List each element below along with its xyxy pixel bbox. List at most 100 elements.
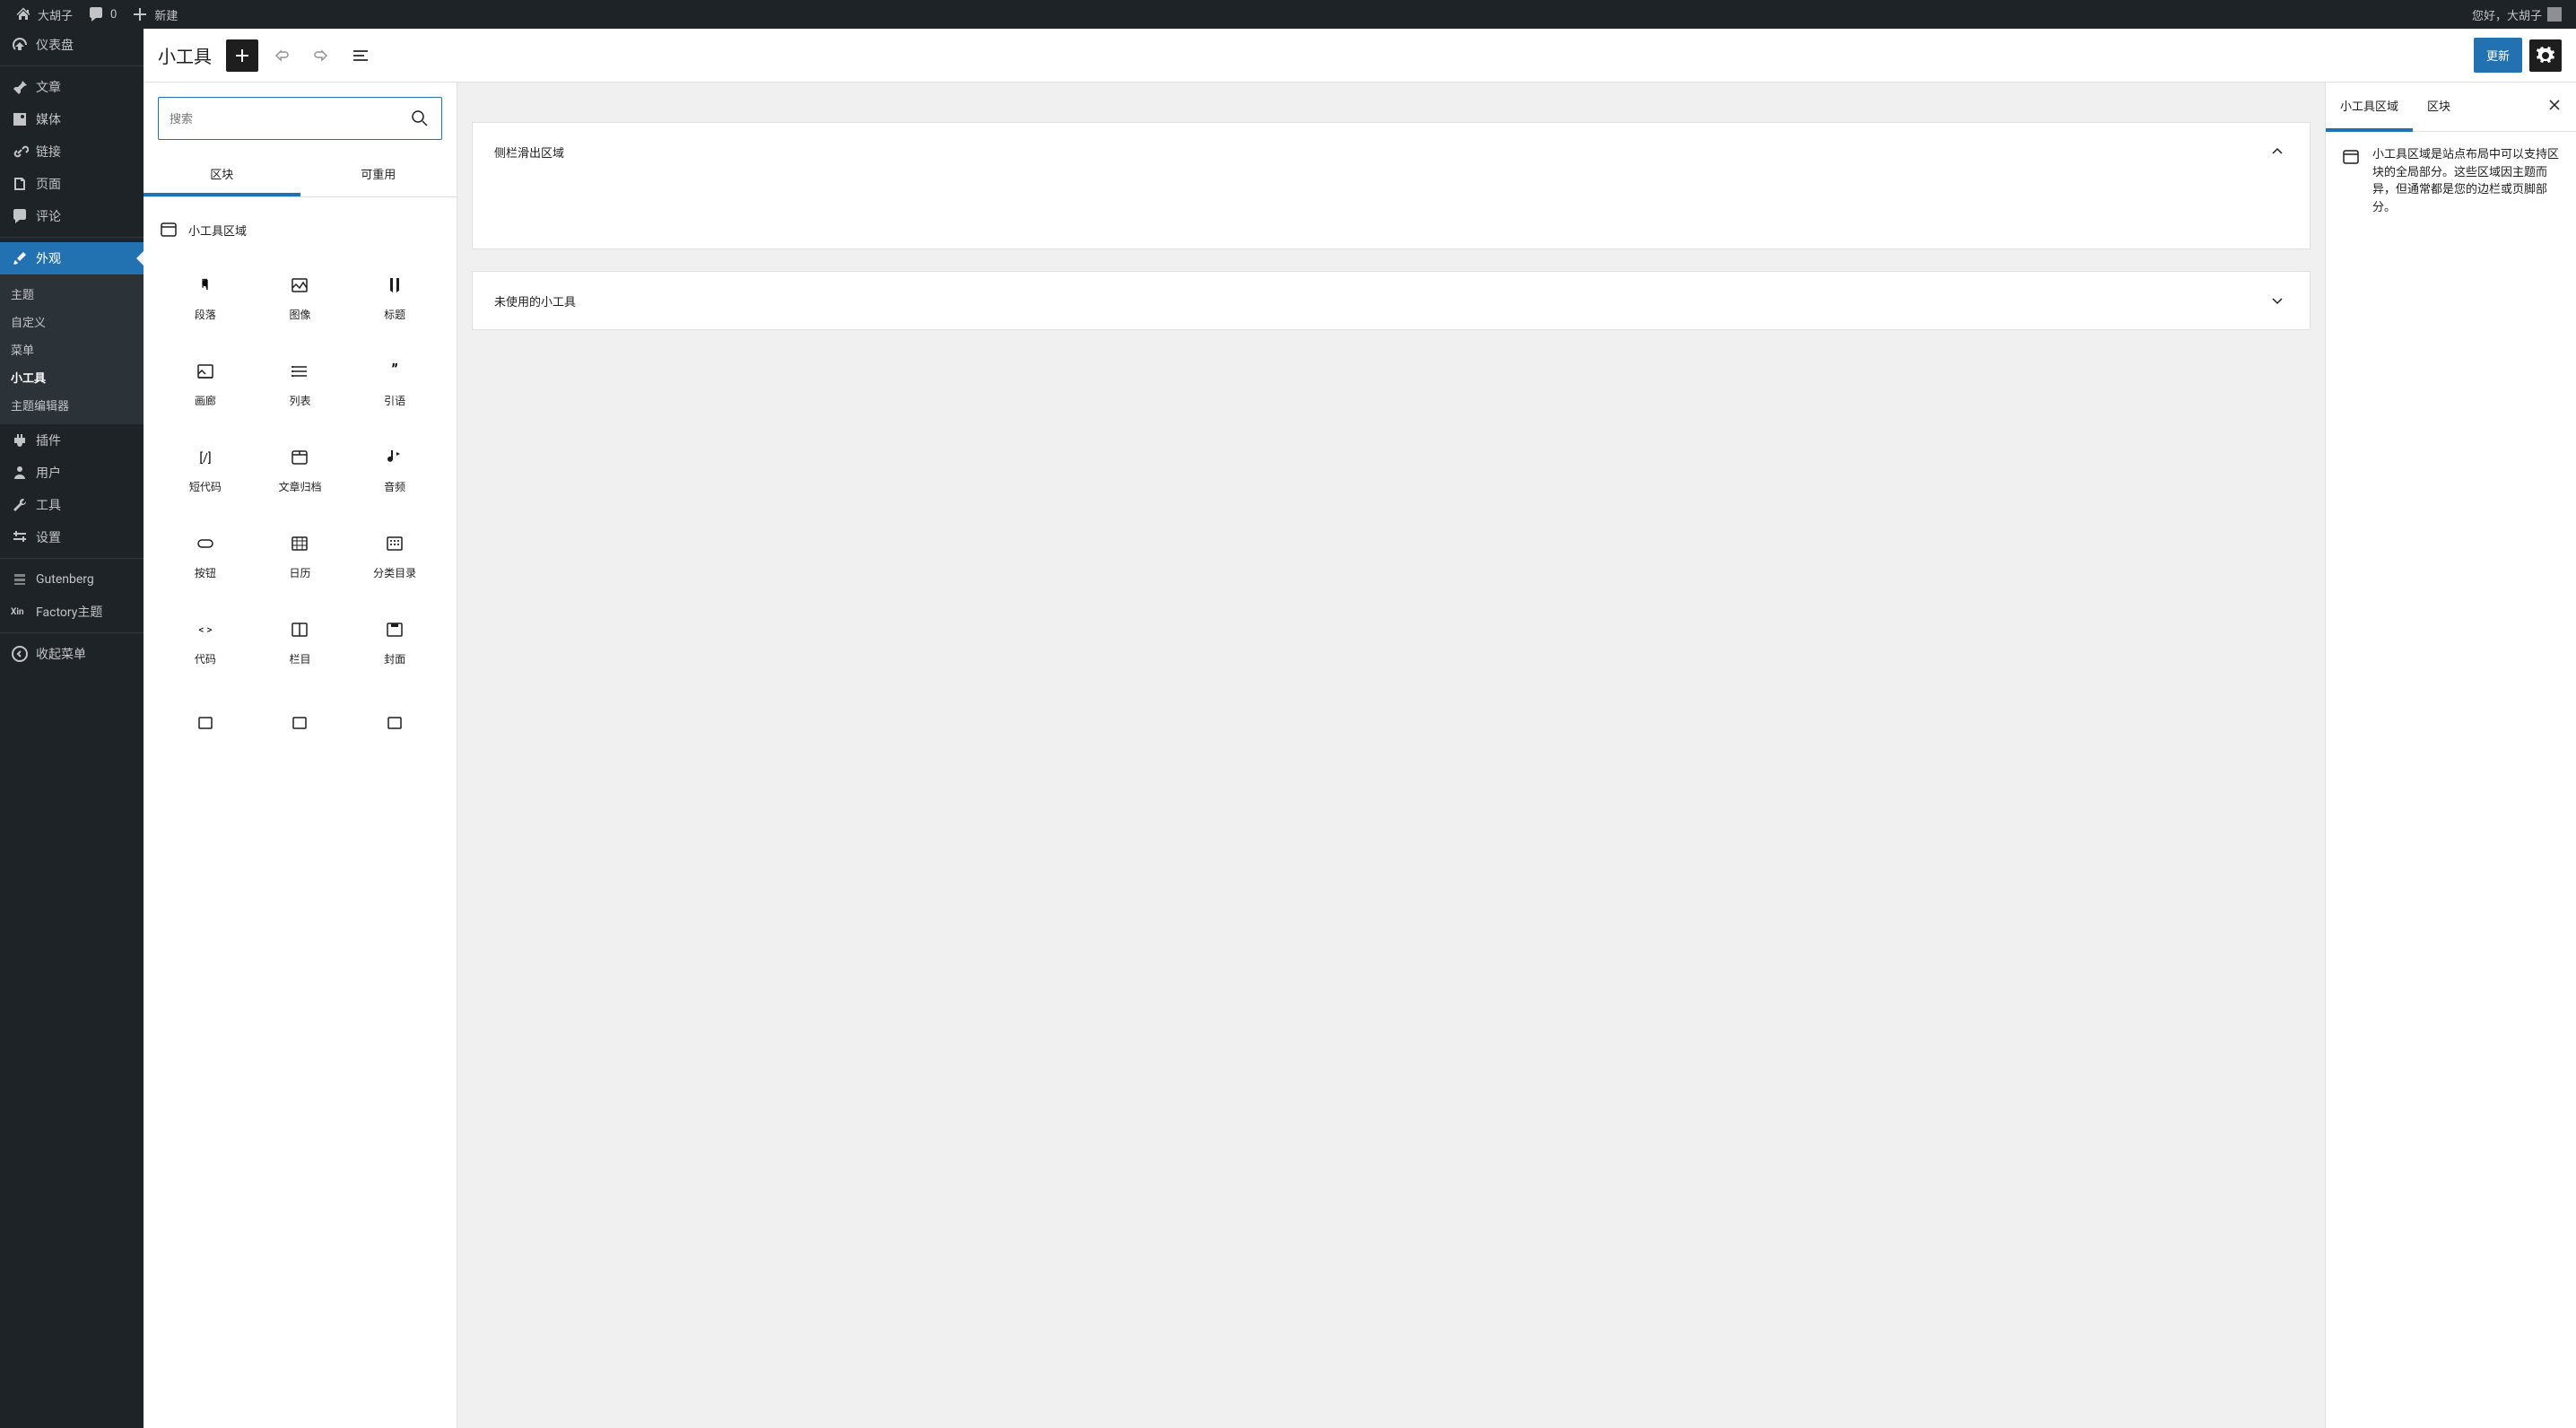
block-item[interactable]: 标题	[347, 255, 442, 341]
widget-area-icon	[2340, 146, 2362, 168]
menu-tools[interactable]: 工具	[0, 489, 144, 521]
block-item[interactable]: 分类目录	[347, 513, 442, 599]
block-label: 日历	[289, 565, 310, 580]
block-icon	[289, 712, 310, 734]
menu-gutenberg[interactable]: Gutenberg	[0, 563, 144, 596]
tab-blocks[interactable]: 区块	[144, 154, 300, 196]
widget-area-header-1[interactable]: 侧栏滑出区域	[473, 123, 2310, 180]
block-item[interactable]	[347, 685, 442, 771]
menu-comments-label: 评论	[36, 207, 61, 225]
gutenberg-icon	[11, 570, 29, 588]
menu-users-label: 用户	[36, 464, 61, 482]
list-view-button[interactable]	[344, 39, 377, 72]
menu-dashboard-label: 仪表盘	[36, 36, 74, 54]
widget-area-icon	[158, 219, 179, 240]
tab-reusable[interactable]: 可重用	[300, 154, 457, 196]
block-icon	[289, 533, 310, 554]
plus-icon	[231, 45, 253, 66]
block-item[interactable]: 文章归档	[253, 427, 348, 513]
settings-toggle-button[interactable]	[2529, 39, 2562, 72]
settings-tab-areas[interactable]: 小工具区域	[2326, 83, 2413, 132]
admin-sidebar: 仪表盘 文章 媒体 链接 页面 评论 外观 主题 自定义	[0, 29, 144, 1428]
block-grid: ¶ 段落 图像标题画廊列表”引语 [/]短代码文章归档音频按钮 日历 分类目录 < >代码栏…	[158, 255, 442, 771]
block-item[interactable]: 列表	[253, 341, 348, 427]
block-label: 音频	[384, 479, 405, 494]
undo-button[interactable]	[265, 39, 298, 72]
menu-plugins[interactable]: 插件	[0, 424, 144, 457]
adminbar-greeting: 您好，大胡子	[2472, 6, 2542, 23]
block-item[interactable]: < >代码	[158, 599, 253, 685]
sliders-icon	[11, 528, 29, 546]
settings-close-button[interactable]	[2533, 87, 2576, 126]
widget-area-header-2[interactable]: 未使用的小工具	[473, 272, 2310, 329]
submenu-themes[interactable]: 主题	[0, 280, 144, 308]
menu-users[interactable]: 用户	[0, 457, 144, 489]
menu-tools-label: 工具	[36, 496, 61, 514]
menu-appearance[interactable]: 外观	[0, 242, 144, 274]
menu-posts[interactable]: 文章	[0, 71, 144, 103]
menu-links[interactable]: 链接	[0, 135, 144, 168]
menu-media[interactable]: 媒体	[0, 103, 144, 135]
block-icon: [/]	[195, 447, 216, 468]
block-label: 段落	[195, 307, 216, 322]
menu-comments[interactable]: 评论	[0, 200, 144, 232]
submenu-menus[interactable]: 菜单	[0, 335, 144, 363]
menu-dashboard[interactable]: 仪表盘	[0, 29, 144, 61]
svg-text:¶: ¶	[202, 276, 209, 293]
inserter-toggle-button[interactable]	[226, 39, 258, 72]
block-icon	[289, 447, 310, 468]
search-icon	[409, 108, 431, 129]
search-input-wrap	[158, 97, 442, 140]
block-label: 按钮	[195, 565, 216, 580]
block-item[interactable]: 栏目	[253, 599, 348, 685]
adminbar-account[interactable]: 您好，大胡子	[2465, 0, 2569, 29]
adminbar-new[interactable]: 新建	[124, 0, 185, 29]
dashboard-icon	[11, 36, 29, 54]
block-icon	[384, 274, 405, 296]
svg-text:< >: < >	[198, 623, 212, 636]
widget-area-body-1[interactable]	[473, 180, 2310, 248]
menu-settings[interactable]: 设置	[0, 521, 144, 553]
settings-tab-block[interactable]: 区块	[2413, 83, 2465, 132]
block-icon: ”	[384, 361, 405, 382]
block-item[interactable]	[158, 685, 253, 771]
update-button[interactable]: 更新	[2474, 38, 2522, 73]
block-icon	[289, 619, 310, 640]
inserter-panel: 区块 可重用 小工具区域 ¶段落图像标题画廊列表”引语[/]短代码文章归档音频按…	[144, 83, 457, 1428]
block-item[interactable]: 画廊	[158, 341, 253, 427]
brush-icon	[11, 249, 29, 267]
block-item[interactable]: 日历	[253, 513, 348, 599]
admin-bar: 大胡子 0 新建 您好，大胡子	[0, 0, 2576, 29]
block-item[interactable]: ”引语	[347, 341, 442, 427]
adminbar-site[interactable]: 大胡子	[7, 0, 80, 29]
submenu-editor[interactable]: 主题编辑器	[0, 391, 144, 419]
block-icon	[289, 361, 310, 382]
block-item[interactable]: 按钮	[158, 513, 253, 599]
list-view-icon	[350, 45, 371, 66]
block-item[interactable]: ¶ 段落	[158, 255, 253, 341]
adminbar-comments[interactable]: 0	[80, 0, 124, 29]
menu-collapse[interactable]: 收起菜单	[0, 638, 144, 670]
widget-area-title: 侧栏滑出区域	[494, 144, 564, 161]
search-input[interactable]	[170, 112, 409, 126]
avatar	[2547, 7, 2562, 22]
block-item[interactable]: [/]短代码	[158, 427, 253, 513]
menu-pages[interactable]: 页面	[0, 168, 144, 200]
plugin-icon	[11, 431, 29, 449]
block-item[interactable]	[253, 685, 348, 771]
menu-collapse-label: 收起菜单	[36, 645, 86, 663]
block-item[interactable]: 封面	[347, 599, 442, 685]
block-item[interactable]: 音频	[347, 427, 442, 513]
chevron-up-icon	[2267, 141, 2288, 162]
submenu-widgets[interactable]: 小工具	[0, 363, 144, 391]
submenu-customize[interactable]: 自定义	[0, 308, 144, 335]
redo-button[interactable]	[305, 39, 337, 72]
pin-icon	[11, 78, 29, 96]
link-icon	[11, 143, 29, 161]
menu-appearance-label: 外观	[36, 249, 61, 267]
block-icon	[384, 533, 405, 554]
menu-factory[interactable]: Xin Factory主题	[0, 596, 144, 628]
block-item[interactable]: 图像	[253, 255, 348, 341]
block-icon: ¶	[195, 274, 216, 296]
adminbar-new-label: 新建	[154, 6, 178, 23]
